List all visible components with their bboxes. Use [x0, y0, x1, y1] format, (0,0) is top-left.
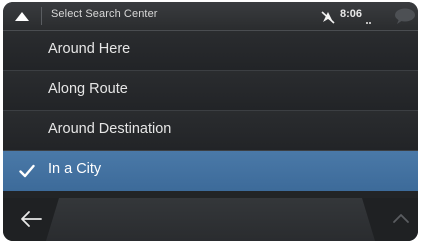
bottom-bar	[3, 198, 418, 241]
option-label: Around Here	[48, 41, 131, 57]
bottom-bar-panel	[46, 198, 375, 241]
option-along-route[interactable]: Along Route	[3, 71, 418, 111]
option-label: Along Route	[48, 81, 128, 97]
title-divider	[41, 7, 42, 25]
option-around-destination[interactable]: Around Destination	[3, 111, 418, 151]
option-label: In a City	[48, 161, 102, 177]
scroll-up-button[interactable]	[389, 208, 413, 228]
chevron-up-icon	[15, 12, 29, 21]
clock-period-indicator	[366, 12, 372, 24]
check-icon	[19, 164, 35, 178]
gps-off-icon	[321, 10, 335, 24]
search-center-options: Around Here Along Route Around Destinati…	[3, 31, 418, 191]
option-label: Around Destination	[48, 121, 172, 137]
arrow-left-icon	[21, 211, 42, 227]
back-button[interactable]	[17, 207, 47, 231]
search-center-screen: Select Search Center 8:06 Around Here Al…	[3, 2, 418, 241]
clock-time: 8:06	[340, 8, 363, 20]
option-around-here[interactable]: Around Here	[3, 31, 418, 71]
collapse-button[interactable]	[13, 8, 31, 24]
speech-bubble-icon[interactable]	[393, 7, 417, 25]
page-title: Select Search Center	[51, 8, 158, 20]
chevron-up-icon	[393, 214, 409, 223]
option-in-a-city[interactable]: In a City	[3, 151, 418, 191]
title-bar: Select Search Center 8:06	[3, 2, 418, 31]
